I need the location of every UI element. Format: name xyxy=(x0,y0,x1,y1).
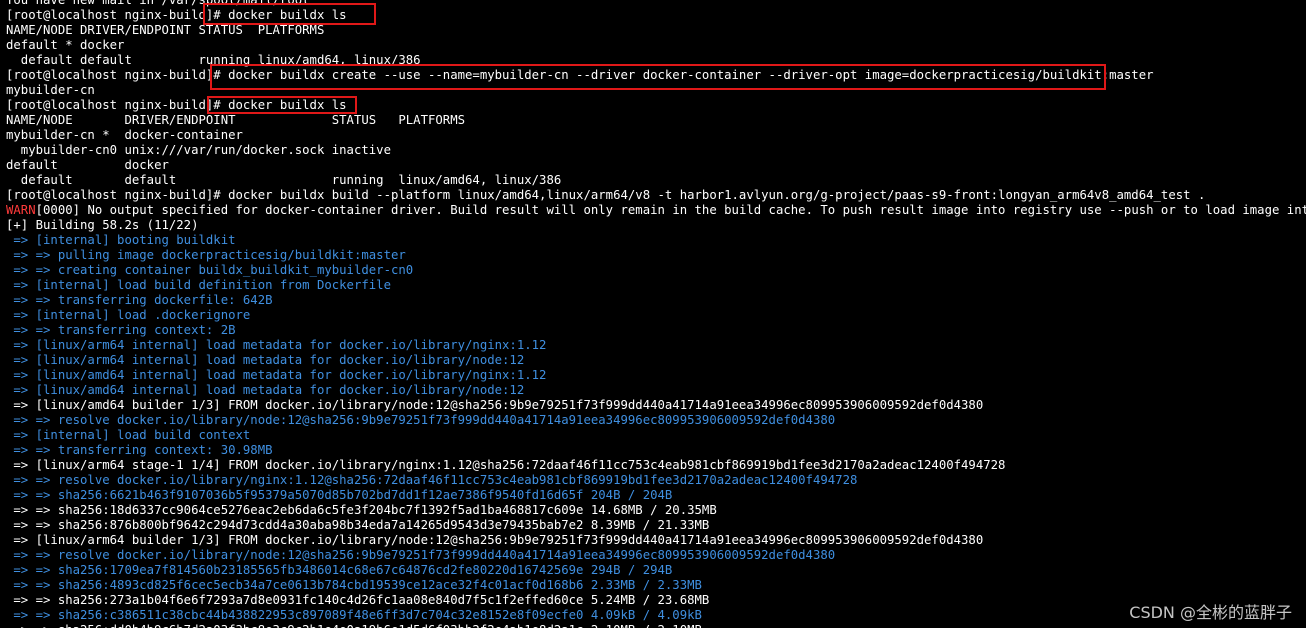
terminal-line-text: => [internal] load build context xyxy=(6,428,251,442)
terminal-line-text: NAME/NODE DRIVER/ENDPOINT STATUS PLATFOR… xyxy=(6,113,466,127)
terminal-line-text: => [internal] load build definition from… xyxy=(6,278,391,292)
terminal-line-text: default docker xyxy=(6,158,169,172)
terminal-line-text: => => sha256:4893cd825f6cec5ecb34a7ce061… xyxy=(6,578,702,592)
terminal-line-text: => => pulling image dockerpracticesig/bu… xyxy=(6,248,406,262)
warn-prefix: WARN xyxy=(6,203,36,217)
terminal-line: [root@localhost nginx-build]# docker bui… xyxy=(6,98,1306,113)
terminal-line: [root@localhost nginx-build]# docker bui… xyxy=(6,188,1306,203)
terminal-line: => => sha256:1709ea7f814560b23185565fb34… xyxy=(6,563,1306,578)
terminal-line: default docker xyxy=(6,158,1306,173)
terminal-line-text: => [internal] load .dockerignore xyxy=(6,308,251,322)
terminal-line-text: => => sha256:6621b463f9107036b5f95379a50… xyxy=(6,488,673,502)
terminal-line-text: => => resolve docker.io/library/nginx:1.… xyxy=(6,473,858,487)
terminal-line: => [linux/amd64 internal] load metadata … xyxy=(6,368,1306,383)
terminal-line: WARN[0000] No output specified for docke… xyxy=(6,203,1306,218)
terminal-line: => [linux/amd64 builder 1/3] FROM docker… xyxy=(6,398,1306,413)
terminal-line: => [linux/arm64 builder 1/3] FROM docker… xyxy=(6,533,1306,548)
terminal-line: => [linux/arm64 stage-1 1/4] FROM docker… xyxy=(6,458,1306,473)
terminal-line-text: [+] Building 58.2s (11/22) xyxy=(6,218,199,232)
terminal-line: => [internal] load build definition from… xyxy=(6,278,1306,293)
terminal-line: default default running linux/amd64, lin… xyxy=(6,173,1306,188)
terminal-line-text: => => sha256:18d6337cc9064ce5276eac2eb6d… xyxy=(6,503,717,517)
highlight-box-buildx-ls-2 xyxy=(207,96,357,114)
terminal-line: => [internal] load .dockerignore xyxy=(6,308,1306,323)
terminal-line-text: => [linux/arm64 internal] load metadata … xyxy=(6,338,547,352)
terminal-line: mybuilder-cn * docker-container xyxy=(6,128,1306,143)
terminal-line-text: => [internal] booting buildkit xyxy=(6,233,236,247)
terminal-line-text: => => transferring context: 2B xyxy=(6,323,236,337)
terminal-line-text: mybuilder-cn xyxy=(6,83,95,97)
terminal-line-text: => => transferring dockerfile: 642B xyxy=(6,293,273,307)
highlight-box-buildx-create xyxy=(210,64,1106,90)
terminal-line-text: => [linux/amd64 builder 1/3] FROM docker… xyxy=(6,398,984,412)
terminal-line-text: => => creating container buildx_buildkit… xyxy=(6,263,414,277)
terminal-line: => => sha256:18d6337cc9064ce5276eac2eb6d… xyxy=(6,503,1306,518)
terminal-line-text: default default running linux/amd64, lin… xyxy=(6,173,562,187)
terminal-line: => [linux/arm64 internal] load metadata … xyxy=(6,338,1306,353)
watermark: CSDN @全彬的蓝胖子 xyxy=(1129,603,1292,622)
terminal-line-text: => => sha256:876b800bf9642c294d73cdd4a30… xyxy=(6,518,710,532)
terminal-line: => [linux/amd64 internal] load metadata … xyxy=(6,383,1306,398)
terminal-line: => => transferring dockerfile: 642B xyxy=(6,293,1306,308)
terminal-line: => [internal] load build context xyxy=(6,428,1306,443)
terminal-line: You have new mail in /var/spool/mail/roo… xyxy=(6,0,1306,8)
terminal-line: => => transferring context: 2B xyxy=(6,323,1306,338)
terminal-window[interactable]: You have new mail in /var/spool/mail/roo… xyxy=(0,0,1306,628)
terminal-line-text: => => resolve docker.io/library/node:12@… xyxy=(6,413,836,427)
terminal-line: mybuilder-cn0 unix:///var/run/docker.soc… xyxy=(6,143,1306,158)
terminal-line: => => sha256:273a1b04f6e6f7293a7d8e0931f… xyxy=(6,593,1306,608)
terminal-line: => => resolve docker.io/library/node:12@… xyxy=(6,413,1306,428)
terminal-line: => => sha256:c386511c38cbc44b438822953c8… xyxy=(6,608,1306,623)
terminal-line-text: => [linux/arm64 builder 1/3] FROM docker… xyxy=(6,533,984,547)
terminal-line-text: => => sha256:1709ea7f814560b23185565fb34… xyxy=(6,563,673,577)
terminal-line-text: => [linux/arm64 stage-1 1/4] FROM docker… xyxy=(6,458,1006,472)
terminal-line: => => sha256:876b800bf9642c294d73cdd4a30… xyxy=(6,518,1306,533)
terminal-line-text: default * docker xyxy=(6,38,125,52)
terminal-line-text: => => sha256:dd0b4b9c6b7d2a03f3bc8e3c9c2… xyxy=(6,623,702,628)
terminal-line: => => creating container buildx_buildkit… xyxy=(6,263,1306,278)
terminal-line-text: [root@localhost nginx-build]# docker bui… xyxy=(6,188,1206,202)
terminal-line: => [linux/arm64 internal] load metadata … xyxy=(6,353,1306,368)
terminal-line-text: [0000] No output specified for docker-co… xyxy=(35,203,1306,217)
terminal-line-text: => [linux/amd64 internal] load metadata … xyxy=(6,383,525,397)
terminal-line: NAME/NODE DRIVER/ENDPOINT STATUS PLATFOR… xyxy=(6,113,1306,128)
terminal-line: => => sha256:4893cd825f6cec5ecb34a7ce061… xyxy=(6,578,1306,593)
terminal-line-text: => => sha256:273a1b04f6e6f7293a7d8e0931f… xyxy=(6,593,710,607)
terminal-line-text: => [linux/amd64 internal] load metadata … xyxy=(6,368,547,382)
terminal-line: [+] Building 58.2s (11/22) xyxy=(6,218,1306,233)
terminal-line-text: => => resolve docker.io/library/node:12@… xyxy=(6,548,836,562)
terminal-output: You have new mail in /var/spool/mail/roo… xyxy=(6,0,1306,628)
terminal-line: => [internal] booting buildkit xyxy=(6,233,1306,248)
terminal-line-text: => => sha256:c386511c38cbc44b438822953c8… xyxy=(6,608,702,622)
terminal-line: => => sha256:dd0b4b9c6b7d2a03f3bc8e3c9c2… xyxy=(6,623,1306,628)
terminal-line: => => sha256:6621b463f9107036b5f95379a50… xyxy=(6,488,1306,503)
terminal-line-text: mybuilder-cn0 unix:///var/run/docker.soc… xyxy=(6,143,391,157)
terminal-line: default * docker xyxy=(6,38,1306,53)
terminal-line: [root@localhost nginx-build]# docker bui… xyxy=(6,8,1306,23)
terminal-line: => => pulling image dockerpracticesig/bu… xyxy=(6,248,1306,263)
terminal-line: => => transferring context: 30.98MB xyxy=(6,443,1306,458)
terminal-line-text: NAME/NODE DRIVER/ENDPOINT STATUS PLATFOR… xyxy=(6,23,325,37)
terminal-line: NAME/NODE DRIVER/ENDPOINT STATUS PLATFOR… xyxy=(6,23,1306,38)
terminal-line: => => resolve docker.io/library/node:12@… xyxy=(6,548,1306,563)
terminal-line-text: => => transferring context: 30.98MB xyxy=(6,443,273,457)
terminal-line-text: mybuilder-cn * docker-container xyxy=(6,128,243,142)
highlight-box-buildx-ls-1 xyxy=(203,3,376,25)
terminal-line-text: => [linux/arm64 internal] load metadata … xyxy=(6,353,525,367)
terminal-line: => => resolve docker.io/library/nginx:1.… xyxy=(6,473,1306,488)
